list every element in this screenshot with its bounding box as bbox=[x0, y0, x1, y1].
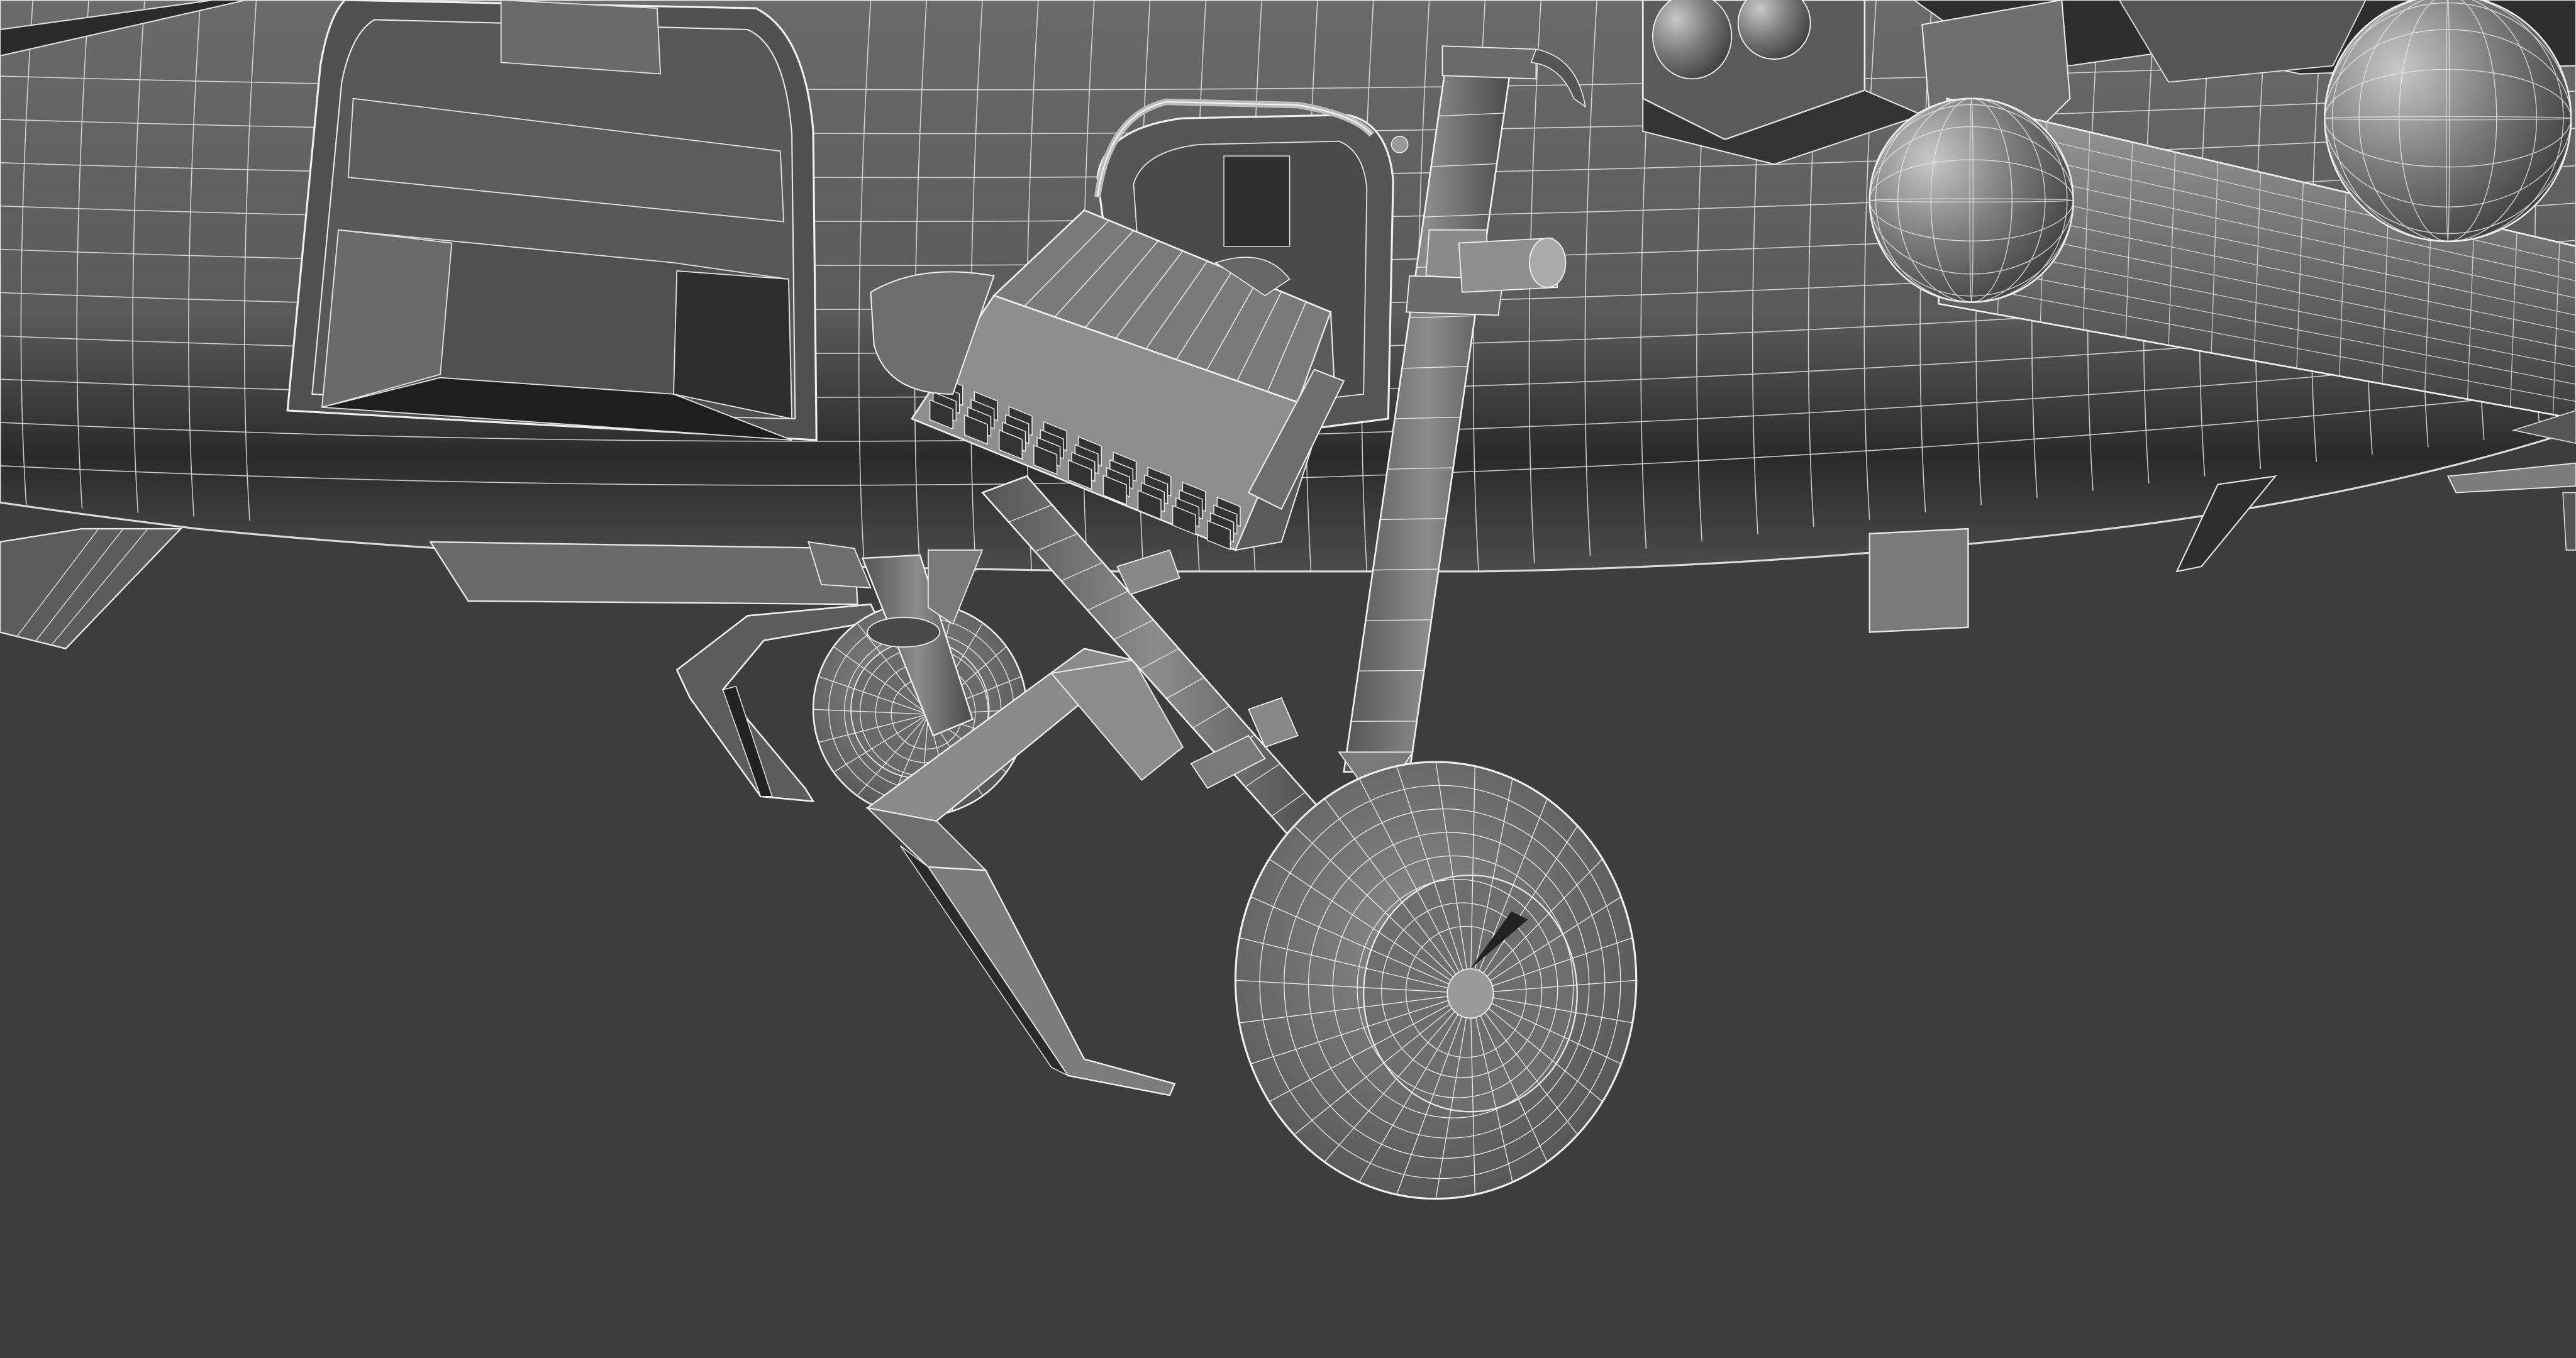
left-ventral-fin bbox=[0, 527, 183, 649]
antenna-tip bbox=[1391, 136, 1409, 153]
underside-step-box bbox=[429, 541, 858, 605]
right-sensor-pod bbox=[1868, 527, 1969, 633]
main-wheel bbox=[1234, 761, 1638, 1200]
wireframe-scene bbox=[0, 0, 2576, 1200]
3d-viewport[interactable] bbox=[0, 0, 2576, 1358]
tail-antenna bbox=[2446, 462, 2576, 494]
left-door-panel bbox=[286, 0, 818, 441]
